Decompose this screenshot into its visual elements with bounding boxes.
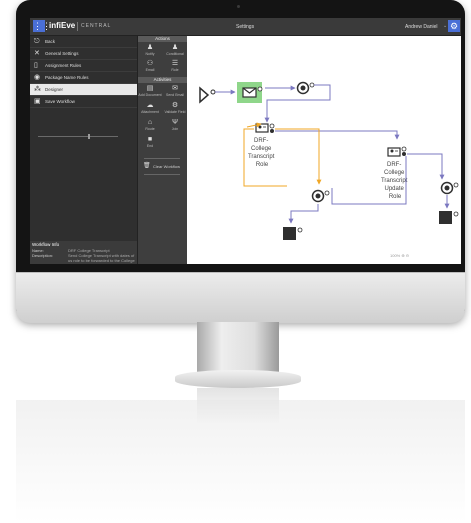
flow-arrow (407, 153, 445, 180)
gear-icon[interactable]: ⚙ (448, 20, 460, 32)
end-node[interactable] (439, 211, 459, 224)
activities-header: Activities (138, 77, 187, 83)
tool-label: Attachment (141, 110, 159, 114)
palette-divider (144, 158, 180, 159)
email-node[interactable] (237, 82, 263, 103)
apps-grid-icon[interactable]: ⋮⋮ (33, 20, 51, 32)
tool-label: Send Email (166, 93, 184, 97)
tool-add-document[interactable]: ▤ Add Document (138, 85, 162, 99)
monitor-stand (197, 322, 279, 374)
designer-icon: ⁂ (34, 86, 41, 93)
webcam (237, 5, 240, 8)
tools-icon: ✕ (34, 50, 40, 57)
timer-node[interactable] (440, 181, 459, 195)
package-icon: ◉ (34, 74, 41, 81)
tool-label: Join (171, 127, 179, 131)
sidebar: ⎋ Back ✕ General Settings ▯ Assignment R… (30, 36, 137, 264)
sidebar-item-label: Designer (45, 87, 64, 92)
tool-palette: Actions ♟ Notify ♟ Conditional ⚇ Email ☰… (137, 36, 188, 264)
page-title: Settings (236, 24, 255, 30)
workflow-description-value: Send College Transcript with dates of us… (68, 253, 135, 263)
zoom-controls[interactable]: 100% ⊕ ⊖ (390, 253, 409, 258)
tool-join[interactable]: Ψ Join (163, 119, 187, 133)
sidebar-item-label: Back (45, 39, 56, 44)
tool-label: Notify (145, 52, 155, 56)
role-node-1-label: DRF- College Transcript Role (248, 138, 276, 168)
cloud-icon: ☁ (146, 102, 154, 109)
join-icon: Ψ (172, 119, 178, 126)
tool-label: Conditional (166, 52, 184, 56)
actions-header: Actions (138, 36, 187, 42)
sidebar-item-designer[interactable]: ⁂ Designer (30, 84, 137, 96)
sidebar-slider-track[interactable] (38, 136, 118, 137)
workflow-diagram: DRF- College Transcript Role DRF- Colleg… (199, 81, 459, 240)
back-icon: ⎋ (34, 38, 40, 45)
palette-divider (144, 174, 180, 175)
chevron-down-icon[interactable]: ⌄ (443, 23, 447, 29)
tool-validate-field[interactable]: ⚙ Validate Field (163, 102, 187, 116)
tool-notify[interactable]: ♟ Notify (138, 44, 162, 58)
brand-logo: infiEve (49, 21, 76, 30)
role-icon: ☰ (171, 60, 179, 67)
users-icon: ⚇ (146, 60, 154, 67)
sidebar-item-label: Package Name Rules (45, 75, 89, 80)
tool-send-email[interactable]: ✉ Send Email (163, 85, 187, 99)
tool-label: End (146, 144, 154, 148)
monitor-reflection (16, 400, 465, 523)
route-icon: ⌂ (147, 119, 153, 126)
tool-label: Validate Field (164, 110, 186, 114)
sidebar-item-package-name-rules[interactable]: ◉ Package Name Rules (30, 72, 137, 84)
sidebar-item-assignment-rules[interactable]: ▯ Assignment Rules (30, 60, 137, 72)
role-node-1[interactable] (255, 123, 275, 133)
tool-label: Role (171, 68, 179, 72)
end-node[interactable] (283, 227, 303, 240)
timer-node[interactable] (296, 81, 315, 95)
flow-arrow (288, 204, 319, 224)
orange-flow-arrow (275, 128, 322, 185)
tool-attachment[interactable]: ☁ Attachment (138, 102, 162, 116)
brand-subtitle: CENTRAL (81, 23, 112, 29)
document-icon: ▤ (146, 85, 154, 92)
document-icon: ▯ (34, 62, 38, 69)
clear-workflow-label: Clear Workflow (153, 164, 181, 169)
workflow-info-panel: Workflow Info Name: DRF College Transcri… (30, 241, 137, 264)
tool-route[interactable]: ⌂ Route (138, 119, 162, 133)
stop-icon: ■ (147, 136, 153, 143)
flow-arrow (275, 130, 400, 140)
tool-role[interactable]: ☰ Role (163, 60, 187, 74)
email-icon: ✉ (172, 85, 178, 92)
monitor-chin (16, 272, 465, 323)
app-screen: ⋮⋮ infiEve CENTRAL Settings Andrew Danie… (30, 18, 461, 264)
sidebar-item-general-settings[interactable]: ✕ General Settings (30, 48, 137, 60)
brand-divider (77, 22, 78, 31)
role-node-2[interactable] (387, 146, 407, 157)
timer-node[interactable] (311, 189, 330, 203)
start-node[interactable] (199, 86, 216, 104)
workflow-description-label: Description: (32, 253, 54, 258)
tool-label: Add Document (138, 93, 162, 97)
tool-label: Route (145, 127, 155, 131)
sidebar-item-label: Assignment Rules (45, 63, 82, 68)
sidebar-item-back[interactable]: ⎋ Back (30, 36, 137, 48)
sidebar-item-label: Save Workflow (45, 99, 75, 104)
sidebar-item-save-workflow[interactable]: ▣ Save Workflow (30, 96, 137, 108)
save-icon: ▣ (34, 98, 41, 105)
workflow-info-heading: Workflow Info (32, 242, 60, 247)
sidebar-slider-handle[interactable] (88, 134, 90, 139)
user-menu[interactable]: Andrew Daniel (405, 24, 438, 30)
clear-workflow-button[interactable]: 🗑 Clear Workflow (141, 162, 185, 171)
top-bar: ⋮⋮ infiEve CENTRAL Settings Andrew Danie… (30, 18, 461, 36)
tool-email[interactable]: ⚇ Email (138, 60, 162, 74)
tool-label: Email (145, 68, 155, 72)
role-node-2-label: DRF- College Transcript Update Role (381, 162, 409, 200)
sidebar-item-label: General Settings (45, 51, 79, 56)
person-icon: ♟ (171, 44, 179, 51)
monitor-stand-base (175, 370, 301, 388)
workflow-canvas[interactable]: DRF- College Transcript Role DRF- Colleg… (187, 36, 461, 264)
tool-conditional[interactable]: ♟ Conditional (163, 44, 187, 58)
tool-end[interactable]: ■ End (138, 136, 162, 150)
trash-icon: 🗑 (143, 163, 151, 169)
gear-icon: ⚙ (171, 102, 179, 109)
person-icon: ♟ (146, 44, 154, 51)
